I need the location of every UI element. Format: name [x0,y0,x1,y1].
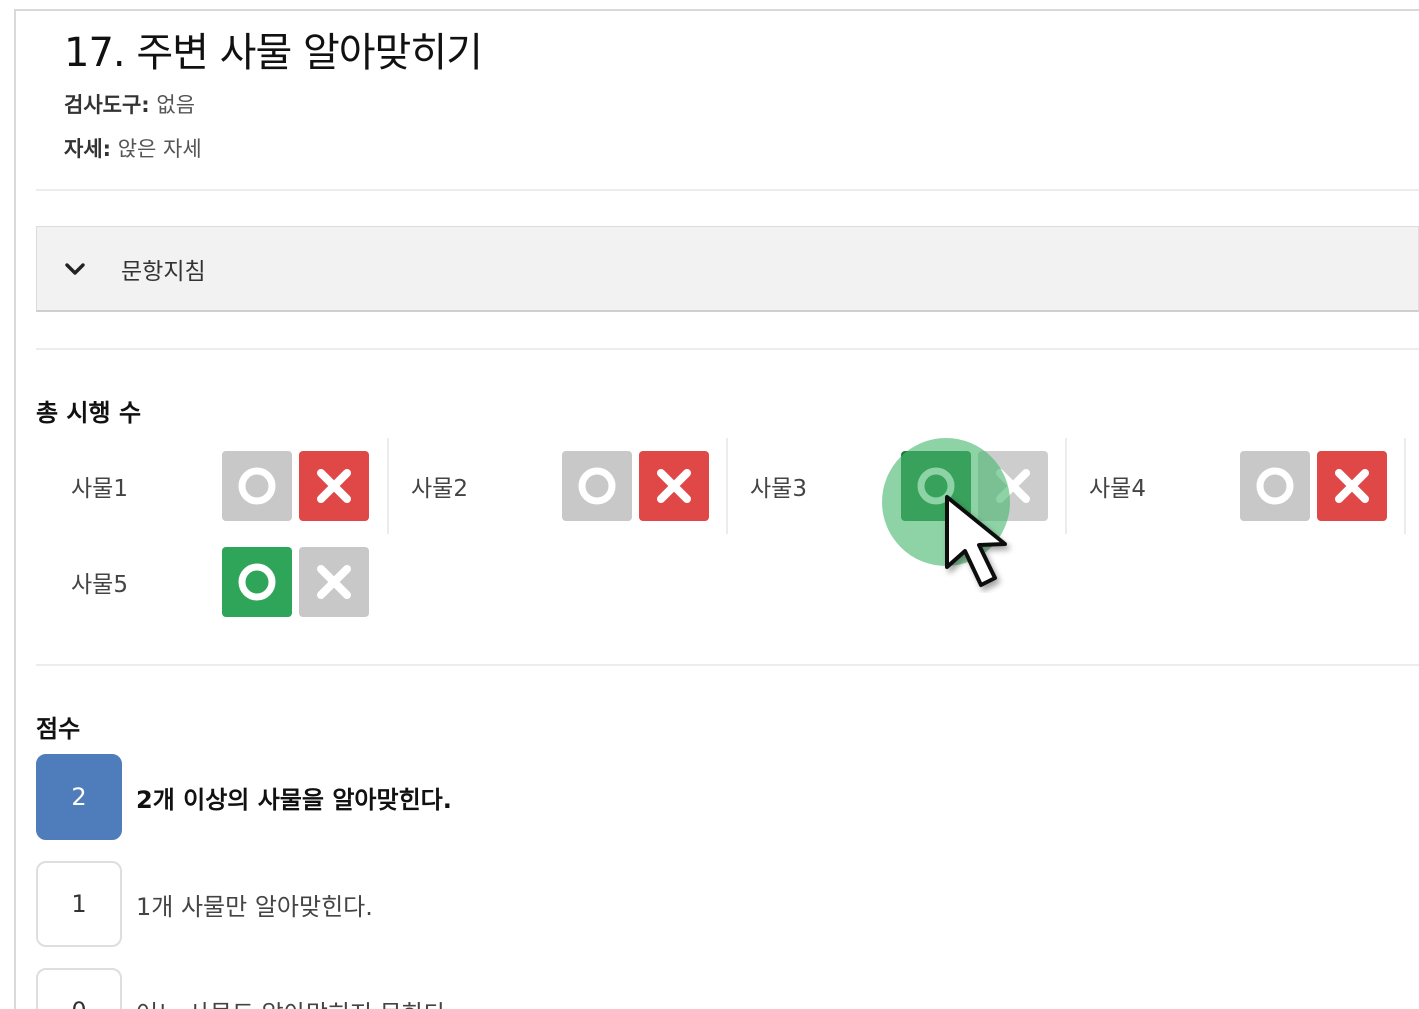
tool-value: 없음 [156,93,196,117]
trial-label: 사물4 [1089,476,1146,502]
mouse-pointer-icon [945,495,1007,587]
x-mark-icon [317,565,351,599]
score-description: 어느 사물도 알아맞히지 못한다. [136,994,454,1009]
incorrect-button[interactable] [1317,451,1387,521]
chevron-down-icon [65,262,85,275]
correct-button[interactable] [562,451,632,521]
score-value-box[interactable]: 0 [36,968,122,1009]
trial-item-5: 사물5 [36,534,376,630]
incorrect-button[interactable] [299,451,369,521]
trial-label: 사물5 [71,572,128,598]
trials-title: 총 시행 수 [36,399,142,427]
score-option-1[interactable]: 1 1개 사물만 알아맞힌다. [36,861,373,947]
correct-button[interactable] [1240,451,1310,521]
x-mark-icon [657,469,691,503]
circle-o-icon [578,467,616,505]
incorrect-button[interactable] [299,547,369,617]
posture-label: 자세: [64,137,112,161]
posture-value: 앉은 자세 [117,137,202,161]
score-value-box[interactable]: 1 [36,861,122,947]
score-description: 1개 사물만 알아맞힌다. [136,892,373,921]
score-description: 2개 이상의 사물을 알아맞힌다. [136,785,452,814]
score-option-0[interactable]: 0 어느 사물도 알아맞히지 못한다. [36,968,454,1009]
assessment-page: 17. 주변 사물 알아맞히기 검사도구: 없음 자세: 앉은 자세 문항지침 … [14,9,1419,1009]
posture-info: 자세: 앉은 자세 [64,137,482,161]
score-option-2[interactable]: 2 2개 이상의 사물을 알아맞힌다. [36,754,452,840]
item-header: 17. 주변 사물 알아맞히기 검사도구: 없음 자세: 앉은 자세 [64,27,483,161]
incorrect-button[interactable] [639,451,709,521]
x-mark-icon [317,469,351,503]
score-title: 점수 [36,715,81,743]
tool-label: 검사도구: [64,93,150,117]
guideline-accordion[interactable]: 문항지침 [36,226,1419,312]
trial-item-2: 사물2 [376,438,716,534]
circle-o-icon [1256,467,1294,505]
circle-o-icon [238,467,276,505]
trial-label: 사물1 [71,476,128,502]
score-value-box[interactable]: 2 [36,754,122,840]
circle-o-icon [238,563,276,601]
correct-button[interactable] [222,451,292,521]
tool-info: 검사도구: 없음 [64,93,482,117]
trial-item-4: 사물4 [1054,438,1394,534]
page-title: 17. 주변 사물 알아맞히기 [64,30,483,76]
column-separator [1404,438,1406,534]
trial-item-1: 사물1 [36,438,376,534]
x-mark-icon [1335,469,1369,503]
trial-label: 사물3 [750,476,807,502]
divider [36,664,1419,666]
divider [36,348,1419,350]
divider [36,189,1419,191]
correct-button[interactable] [222,547,292,617]
trial-label: 사물2 [411,476,468,502]
accordion-label: 문항지침 [121,258,206,285]
